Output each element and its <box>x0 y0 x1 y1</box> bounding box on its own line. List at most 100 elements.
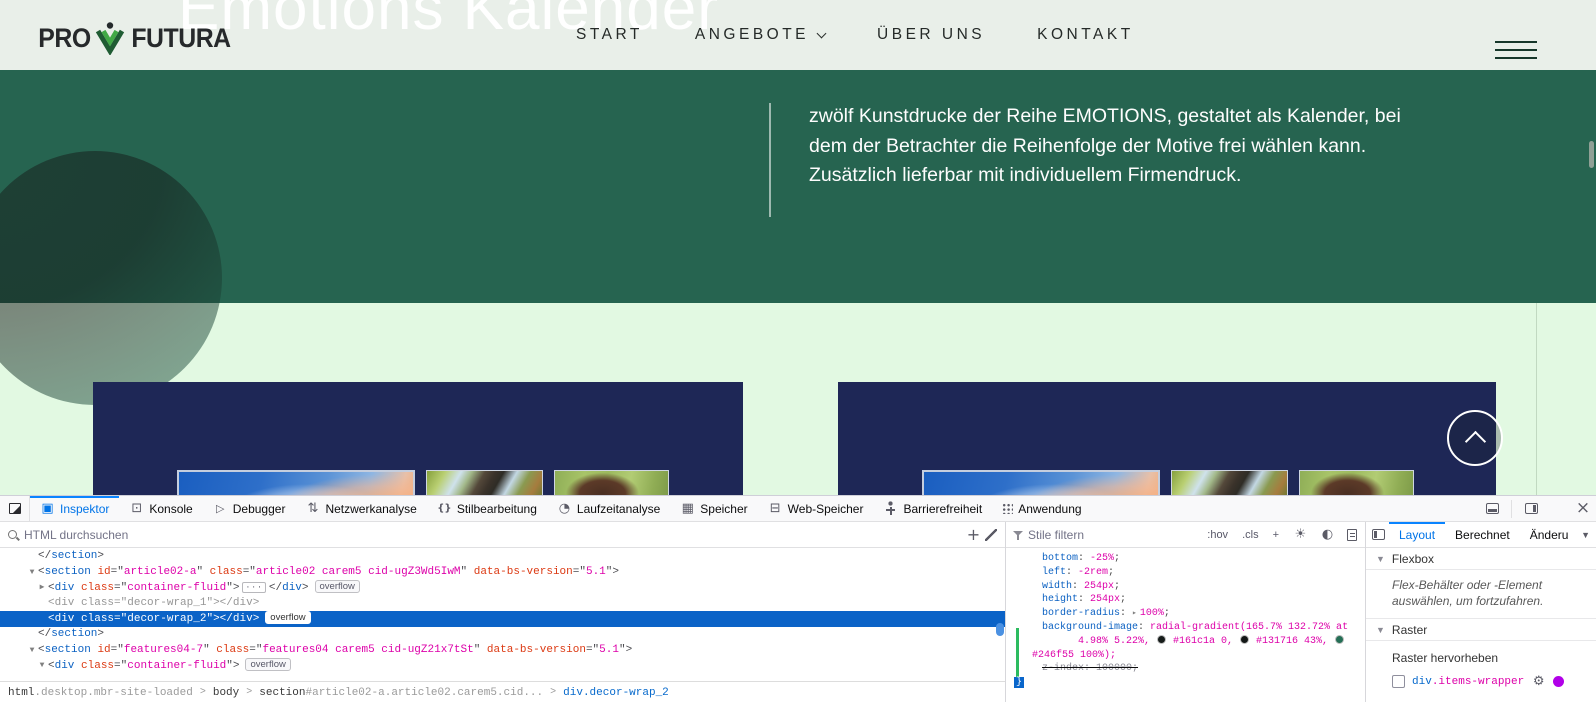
add-node-icon[interactable] <box>966 527 981 542</box>
markup-segment: data-bs-version <box>474 566 573 578</box>
grid-section-header[interactable]: ▼ Raster <box>1366 619 1596 641</box>
dock-bottom-button[interactable] <box>1479 496 1505 522</box>
sky-image <box>922 470 1160 495</box>
markup-segment: decor-wrap_1 <box>127 597 206 609</box>
devtools-tab-debugger[interactable]: Debugger <box>203 496 296 522</box>
devtools-tab-console[interactable]: Konsole <box>119 496 202 522</box>
site-logo[interactable]: PRO FUTURA <box>36 21 235 55</box>
network-icon <box>305 501 320 516</box>
breadcrumb-item[interactable]: html.desktop.mbr-site-loaded <box>8 687 193 699</box>
css-declaration-row[interactable]: bottom: -25%; <box>1006 552 1365 566</box>
chevron-down-icon <box>817 28 827 38</box>
hamburger-menu-icon[interactable] <box>1495 41 1537 59</box>
css-declaration-row[interactable]: #246f55 100%); <box>1006 649 1365 663</box>
html-search-input[interactable] <box>24 528 962 542</box>
expand-arrow-icon[interactable]: ▼ <box>37 658 47 674</box>
devtools-tab-network[interactable]: Netzwerkanalyse <box>295 496 426 522</box>
markup-row[interactable]: ▼<div class="container-fluid">overflow <box>0 658 1005 674</box>
overflow-badge[interactable]: overflow <box>265 611 310 624</box>
markup-row[interactable]: </section> <box>0 627 1005 643</box>
toggle-class-button[interactable]: .cls <box>1242 529 1259 541</box>
markup-row[interactable]: <div class="decor-wrap_1"></div> <box>0 596 1005 612</box>
nav-item-angebote[interactable]: ANGEBOTE <box>695 26 825 44</box>
breadcrumb-separator: > <box>550 687 556 698</box>
css-declaration-row[interactable]: } <box>1006 676 1365 690</box>
devtools-panel: InspektorKonsoleDebuggerNetzwerkanalyseS… <box>0 495 1596 702</box>
markup-segment: </ <box>38 550 51 562</box>
pick-element-button[interactable] <box>0 496 30 522</box>
devtools-tab-inspector[interactable]: Inspektor <box>30 496 119 522</box>
css-declaration-row[interactable]: height: 254px; <box>1006 593 1365 607</box>
hero-green-band: zwölf Kunstdrucke der Reihe EMOTIONS, ge… <box>0 70 1596 303</box>
markup-segment: =" <box>114 582 127 594</box>
css-segment: -25% <box>1090 553 1114 564</box>
css-declaration-row[interactable]: width: 254px; <box>1006 580 1365 594</box>
flexbox-section-header[interactable]: ▼ Flexbox <box>1366 548 1596 570</box>
css-declaration-row[interactable]: 4.98% 5.22%, #161c1a 0, #131716 43%, <box>1006 635 1365 649</box>
devtools-tab-app[interactable]: Anwendung <box>992 496 1091 522</box>
product-card-2[interactable] <box>838 382 1496 495</box>
sidebar-tab-berechnet[interactable]: Berechnet <box>1445 522 1520 548</box>
intro-divider-line <box>769 103 771 217</box>
markup-row[interactable]: </section> <box>0 549 1005 565</box>
markup-row[interactable]: ▼<section id="article02-a" class="articl… <box>0 565 1005 581</box>
sidebar-tab-layout[interactable]: Layout <box>1389 522 1445 548</box>
markup-row[interactable]: <div class="decor-wrap_2"></div>overflow <box>0 611 1005 627</box>
sidebar-toggle-icon[interactable] <box>1372 529 1385 540</box>
eyedropper-icon[interactable] <box>985 529 997 541</box>
inspector-icon <box>40 501 55 516</box>
css-declaration-row[interactable]: border-radius: ▸100%; <box>1006 607 1365 621</box>
color-scheme-sim-icon[interactable] <box>1320 527 1335 542</box>
nav-item--ber-uns[interactable]: ÜBER UNS <box>877 26 985 44</box>
devtools-tab-memory[interactable]: Speicher <box>670 496 757 522</box>
sky-image <box>177 470 415 495</box>
menu-dots-button[interactable] <box>1544 496 1570 522</box>
markup-row[interactable]: ▶<div class="container-fluid">···</div>o… <box>0 580 1005 596</box>
light-theme-sim-icon[interactable] <box>1293 527 1308 542</box>
breadcrumb-item[interactable]: div.decor-wrap_2 <box>563 687 669 699</box>
devtools-tab-storage[interactable]: Web-Speicher <box>758 496 874 522</box>
markup-scrollbar-thumb[interactable] <box>996 623 1004 636</box>
devtools-tab-perf[interactable]: Laufzeitanalyse <box>547 496 670 522</box>
overflow-badge[interactable]: overflow <box>315 580 360 593</box>
tabs-overflow-chevron-icon[interactable]: ▼ <box>1579 530 1592 540</box>
css-declaration-row[interactable]: left: -2rem; <box>1006 566 1365 580</box>
toggle-hover-button[interactable]: :hov <box>1207 529 1228 541</box>
grid-color-swatch[interactable] <box>1553 676 1564 687</box>
product-card-1[interactable] <box>93 382 743 495</box>
dock-side-button[interactable] <box>1518 496 1544 522</box>
overflow-badge[interactable]: overflow <box>245 658 290 671</box>
color-swatch[interactable] <box>1335 635 1344 644</box>
markup-segment: " <box>203 644 216 656</box>
css-declaration-row[interactable]: z-index: 100000; <box>1006 662 1365 676</box>
markup-row[interactable]: ▼<section id="features04-7" class="featu… <box>0 643 1005 659</box>
color-swatch[interactable] <box>1240 635 1249 644</box>
grid-highlight-checkbox[interactable] <box>1392 675 1405 688</box>
expand-arrow-icon[interactable]: ▼ <box>27 643 37 659</box>
grid-settings-gear-icon[interactable] <box>1531 674 1546 689</box>
styles-filter-input[interactable] <box>1028 528 1193 542</box>
chevron-up-icon <box>1464 431 1485 452</box>
breadcrumb-item[interactable]: body <box>213 687 239 699</box>
collapsed-content-badge[interactable]: ··· <box>242 582 265 593</box>
devtools-tab-ally[interactable]: Barrierefreiheit <box>873 496 992 522</box>
expand-arrow-icon[interactable]: ▶ <box>37 580 47 596</box>
breadcrumb-item[interactable]: section#article02-a.article02.carem5.cid… <box>259 687 543 699</box>
moose-image <box>554 470 669 495</box>
markup-segment: </ <box>220 613 233 625</box>
color-swatch[interactable] <box>1157 635 1166 644</box>
add-rule-button[interactable]: + <box>1273 529 1279 541</box>
markup-segment: id <box>97 644 110 656</box>
css-declaration-row[interactable]: background-image: radial-gradient(165.7%… <box>1006 621 1365 635</box>
page-scrollbar-thumb[interactable] <box>1589 141 1594 168</box>
devtools-tab-style[interactable]: Stilbearbeitung <box>427 496 547 522</box>
print-sim-icon[interactable] <box>1347 529 1357 541</box>
expand-arrow-icon[interactable]: ▼ <box>27 565 37 581</box>
sidebar-tab--nderu[interactable]: Änderu <box>1520 522 1579 548</box>
scroll-to-top-button[interactable] <box>1447 410 1503 466</box>
inspector-markup-pane: </section>▼<section id="article02-a" cla… <box>0 522 1006 702</box>
nav-item-kontakt[interactable]: KONTAKT <box>1037 26 1134 44</box>
nav-item-start[interactable]: START <box>576 26 643 44</box>
close-button[interactable] <box>1570 496 1596 522</box>
markup-segment: class <box>81 597 114 609</box>
